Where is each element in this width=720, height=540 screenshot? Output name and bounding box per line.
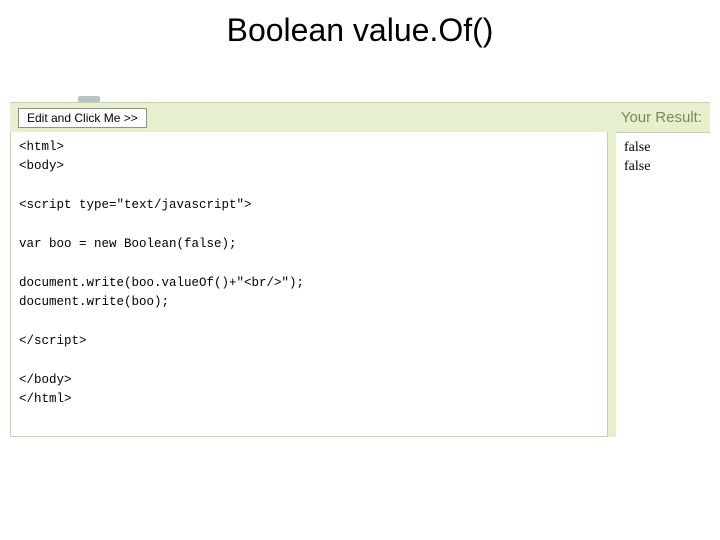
- output-line: false: [624, 139, 702, 158]
- slide: Boolean value.Of() Edit and Click Me >> …: [0, 0, 720, 540]
- output-line: false: [624, 158, 702, 177]
- edit-and-run-button[interactable]: Edit and Click Me >>: [18, 108, 147, 128]
- pane-divider: [608, 132, 616, 437]
- editor-panes: <html> <body> <script type="text/javascr…: [10, 132, 710, 437]
- page-title: Boolean value.Of(): [0, 0, 720, 61]
- code-textarea[interactable]: <html> <body> <script type="text/javascr…: [10, 132, 608, 437]
- editor-header: Edit and Click Me >> Your Result:: [10, 102, 710, 132]
- output-pane: false false: [616, 132, 710, 437]
- tryit-editor: Edit and Click Me >> Your Result: <html>…: [10, 102, 710, 437]
- result-label: Your Result:: [621, 109, 702, 126]
